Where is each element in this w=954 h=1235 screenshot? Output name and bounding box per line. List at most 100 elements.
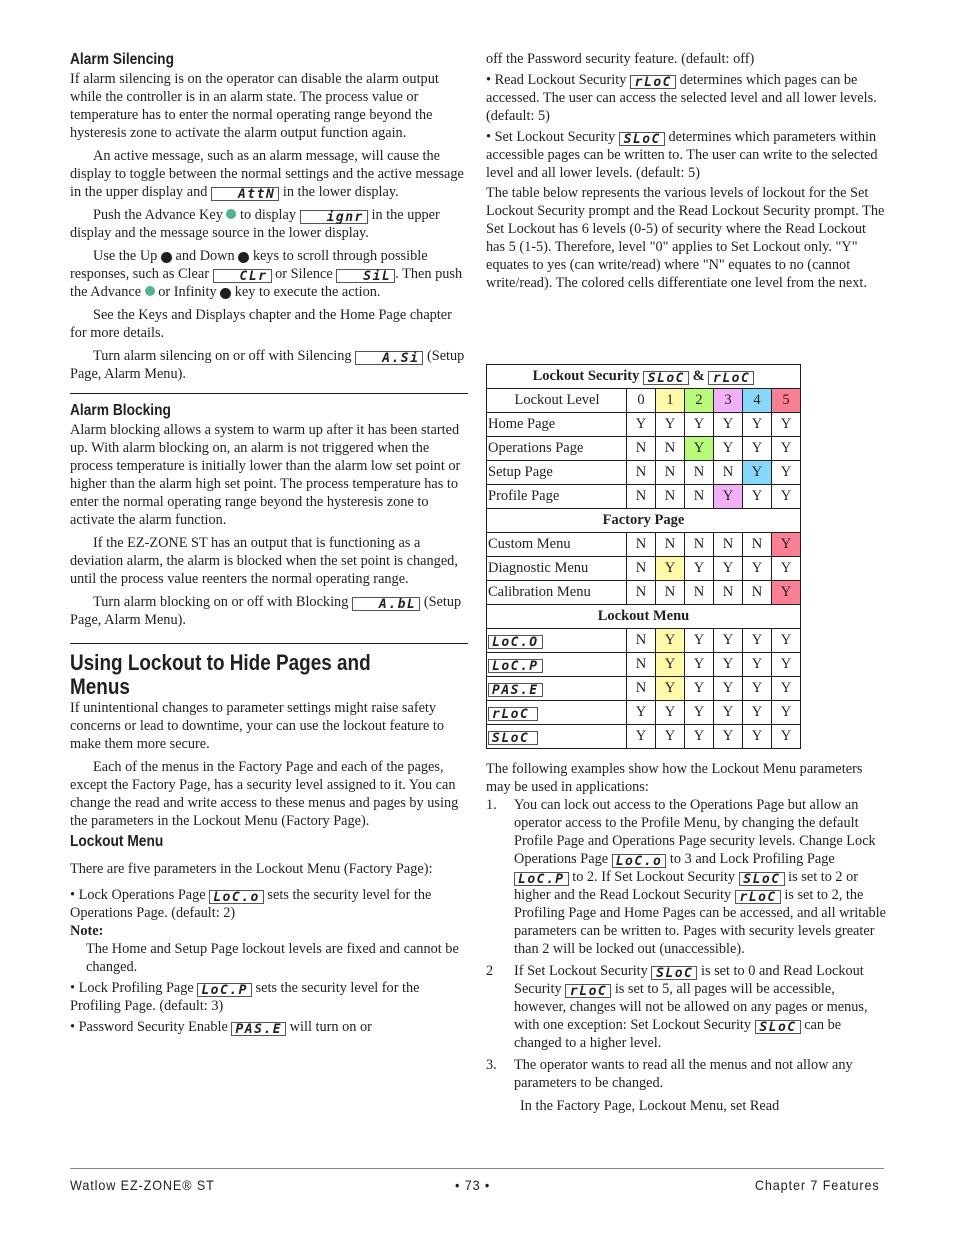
access-cell: N <box>655 460 685 485</box>
access-cell: N <box>626 460 656 485</box>
paragraph: Turn alarm silencing on or off with Sile… <box>70 348 465 382</box>
display-code-locp: LoC.P <box>514 872 569 887</box>
level-header-cell: 3 <box>713 388 743 413</box>
access-cell: Y <box>771 532 801 557</box>
access-cell: Y <box>771 676 801 701</box>
left-column: Alarm Silencing If alarm silencing is on… <box>70 50 468 1037</box>
row-label: Diagnostic Menu <box>486 556 627 581</box>
paragraph: See the Keys and Displays chapter and th… <box>70 307 452 341</box>
display-code-rloc: rLoC <box>629 75 676 90</box>
row-label: Setup Page <box>486 460 627 485</box>
display-code-ignr: ignr <box>299 210 368 225</box>
access-cell: N <box>626 556 656 581</box>
display-code-asi: A.Si <box>355 351 424 366</box>
note-body: The Home and Setup Page lockout levels a… <box>86 941 459 975</box>
table-row: Setup Page N N N N Y Y <box>486 460 801 485</box>
display-code: PAS.E <box>488 683 543 698</box>
access-cell: Y <box>713 556 743 581</box>
access-cell: Y <box>713 628 743 653</box>
row-label: LoC.O <box>486 628 627 653</box>
access-cell: Y <box>742 628 772 653</box>
access-cell: Y <box>771 580 801 605</box>
display-code-sloc: SLoC <box>738 872 785 887</box>
footer-divider <box>70 1168 884 1169</box>
access-cell: Y <box>626 412 656 437</box>
bullet-item: • Lock Operations Page LoC.o sets the se… <box>70 887 432 921</box>
paragraph: Turn alarm blocking on or off with Block… <box>70 594 462 628</box>
row-label: Operations Page <box>486 436 627 461</box>
access-cell: Y <box>655 652 685 677</box>
access-cell: Y <box>655 724 685 749</box>
paragraph: Each of the menus in the Factory Page an… <box>70 759 459 829</box>
level-header-cell: 0 <box>626 388 656 413</box>
access-cell: Y <box>713 652 743 677</box>
access-cell: N <box>684 484 714 509</box>
access-cell: N <box>655 436 685 461</box>
table-row: Profile Page N N N Y Y Y <box>486 484 801 509</box>
display-code-pase: PAS.E <box>231 1022 287 1037</box>
access-cell: Y <box>684 556 714 581</box>
row-label: rLoC <box>486 700 627 725</box>
table-row: LoC.O N Y Y Y Y Y <box>486 628 801 653</box>
access-cell: N <box>626 580 656 605</box>
display-code-loco: LoC.o <box>611 854 667 869</box>
access-cell: Y <box>684 436 714 461</box>
footer-page-number: • 73 • <box>455 1177 491 1193</box>
heading-alarm-silencing: Alarm Silencing <box>70 51 174 68</box>
display-code-rloc: rLoC <box>565 984 612 999</box>
access-cell: Y <box>713 724 743 749</box>
access-cell: N <box>655 484 685 509</box>
access-cell: Y <box>771 628 801 653</box>
display-code-locp: LoC.P <box>197 983 252 998</box>
row-label: Home Page <box>486 412 627 437</box>
access-cell: Y <box>742 556 772 581</box>
display-code-sloc: SLoC <box>618 132 665 147</box>
lockout-security-table: Lockout Security SLoC & rLoC Lockout Leve… <box>486 364 801 749</box>
lockout-level-label: Lockout Level <box>486 388 627 413</box>
display-code: LoC.P <box>488 659 543 674</box>
access-cell: Y <box>771 460 801 485</box>
bullet-item: • Lock Profiling Page LoC.P sets the sec… <box>70 980 420 1014</box>
display-code-rloc: rLoC <box>734 890 781 905</box>
example-number: 1. <box>486 797 497 813</box>
access-cell: Y <box>742 436 772 461</box>
table-row: Custom Menu N N N N N Y <box>486 532 801 557</box>
up-key-icon: ▲ <box>160 252 190 263</box>
display-code-sloc: SLoC <box>754 1020 801 1035</box>
access-cell: N <box>655 532 685 557</box>
bullet-item: • Read Lockout Security rLoC determines … <box>486 72 877 124</box>
section-divider <box>70 393 468 394</box>
section-heading: Lockout Menu <box>486 604 801 629</box>
section-divider <box>70 643 468 644</box>
bullet-item: • Set Lockout Security SLoC determines w… <box>486 129 878 181</box>
access-cell: Y <box>771 412 801 437</box>
right-column-lower: The following examples show how the Lock… <box>486 760 886 1115</box>
row-label: Profile Page <box>486 484 627 509</box>
paragraph: Alarm blocking allows a system to warm u… <box>70 422 461 528</box>
access-cell: N <box>626 532 656 557</box>
row-label: LoC.P <box>486 652 627 677</box>
table-row: Operations Page N N Y Y Y Y <box>486 436 801 461</box>
table-row: Home Page Y Y Y Y Y Y <box>486 412 801 437</box>
access-cell: Y <box>626 700 656 725</box>
row-label: SLoC <box>486 724 627 749</box>
access-cell: N <box>713 460 743 485</box>
access-cell: Y <box>742 460 772 485</box>
example-item: 3. The operator wants to read all the me… <box>486 1056 886 1115</box>
paragraph: There are five parameters in the Lockout… <box>70 861 433 877</box>
display-code-sloc: SLoC <box>643 371 689 386</box>
section-heading: Factory Page <box>486 508 801 533</box>
display-code: SLoC <box>488 731 538 746</box>
access-cell: N <box>684 580 714 605</box>
paragraph: If alarm silencing is on the operator ca… <box>70 71 439 141</box>
access-cell: Y <box>742 700 772 725</box>
paragraph: Use the Up ▲ and Down ▼ keys to scroll t… <box>70 248 463 300</box>
access-cell: Y <box>742 484 772 509</box>
footer-chapter: Chapter 7 Features <box>755 1177 880 1193</box>
access-cell: Y <box>713 484 743 509</box>
display-code: rLoC <box>488 707 538 722</box>
level-header-cell: 2 <box>684 388 714 413</box>
paragraph: If the EZ-ZONE ST has an output that is … <box>70 535 458 587</box>
advance-key-icon <box>226 209 237 219</box>
lockout-level-row: Lockout Level 0 1 2 3 4 5 <box>486 388 801 413</box>
